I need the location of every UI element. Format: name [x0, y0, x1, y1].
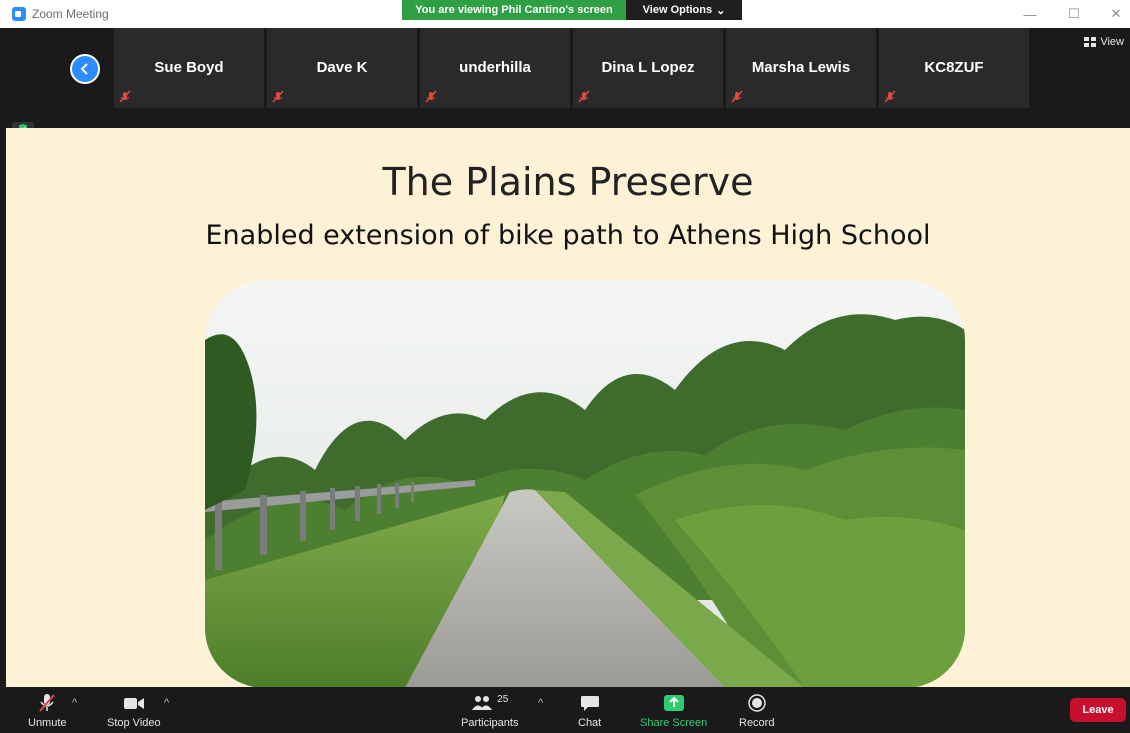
leave-button[interactable]: Leave [1070, 698, 1126, 722]
share-screen-icon [663, 695, 684, 711]
video-options-caret[interactable]: ^ [164, 697, 169, 709]
window-title: Zoom Meeting [32, 7, 109, 21]
participant-strip: Sue Boyd Dave K underhilla Dina L Lopez … [0, 28, 1130, 136]
muted-mic-icon [119, 90, 131, 103]
share-screen-label: Share Screen [640, 717, 708, 729]
participant-tile[interactable]: Dina L Lopez [573, 28, 723, 108]
shared-screen: The Plains Preserve Enabled extension of… [6, 128, 1130, 688]
zoom-logo-icon [12, 7, 26, 21]
muted-mic-icon [39, 694, 56, 712]
video-camera-icon [123, 698, 144, 709]
muted-mic-icon [884, 90, 896, 103]
participant-tile[interactable]: Dave K [267, 28, 417, 108]
participant-tile[interactable]: underhilla [420, 28, 570, 108]
participant-name: KC8ZUF [924, 59, 984, 76]
view-label: View [1100, 36, 1124, 48]
app-title: Zoom Meeting [12, 7, 109, 21]
slide-title: The Plains Preserve [382, 160, 754, 204]
view-layout-button[interactable]: View [1084, 36, 1124, 48]
viewing-banner: You are viewing Phil Cantino's screen [402, 0, 626, 20]
participants-label: Participants [461, 717, 519, 729]
chevron-left-icon [80, 63, 88, 75]
participants-options-caret[interactable]: ^ [538, 697, 543, 709]
muted-mic-icon [731, 90, 743, 103]
record-button[interactable]: Record [739, 693, 774, 729]
grid-view-icon [1084, 37, 1097, 47]
unmute-label: Unmute [28, 717, 67, 729]
view-options-button[interactable]: View Options ⌄ [626, 0, 742, 20]
unmute-button[interactable]: Unmute [28, 693, 67, 729]
previous-page-button[interactable] [70, 54, 100, 84]
participant-name: Dina L Lopez [601, 59, 695, 76]
bike-path-photo-image [205, 280, 965, 688]
view-options-label: View Options [642, 4, 713, 16]
muted-mic-icon [425, 90, 437, 103]
muted-mic-icon [578, 90, 590, 103]
muted-mic-icon [272, 90, 284, 103]
participants-icon [472, 696, 493, 710]
participants-count: 25 [497, 693, 509, 705]
chat-bubble-icon [580, 696, 599, 711]
record-label: Record [739, 717, 775, 729]
close-button[interactable]: ✕ [1108, 6, 1124, 22]
participant-name: underhilla [459, 59, 531, 76]
minimize-button[interactable]: — [1022, 6, 1038, 22]
chevron-down-icon: ⌄ [716, 4, 726, 17]
participant-name: Dave K [316, 59, 368, 76]
stop-video-button[interactable]: Stop Video [107, 693, 161, 729]
record-icon [747, 694, 766, 712]
audio-options-caret[interactable]: ^ [72, 697, 77, 709]
title-bar: Zoom Meeting You are viewing Phil Cantin… [0, 0, 1130, 28]
participants-button[interactable]: 25 Participants [461, 693, 519, 730]
participant-tile[interactable]: KC8ZUF [879, 28, 1029, 108]
meeting-toolbar: Unmute ^ Stop Video ^ 25 Participants ^ … [0, 687, 1130, 733]
participant-tile[interactable]: Marsha Lewis [726, 28, 876, 108]
participant-name: Marsha Lewis [751, 59, 851, 76]
chat-button[interactable]: Chat [578, 693, 601, 729]
slide-subtitle: Enabled extension of bike path to Athens… [205, 220, 931, 251]
participant-name: Sue Boyd [154, 59, 224, 76]
bike-path-photo [205, 280, 965, 688]
stop-video-label: Stop Video [107, 717, 161, 729]
maximize-button[interactable]: ☐ [1066, 6, 1082, 22]
participant-tile[interactable]: Sue Boyd [114, 28, 264, 108]
chat-label: Chat [578, 717, 602, 729]
share-screen-button[interactable]: Share Screen [640, 693, 707, 729]
